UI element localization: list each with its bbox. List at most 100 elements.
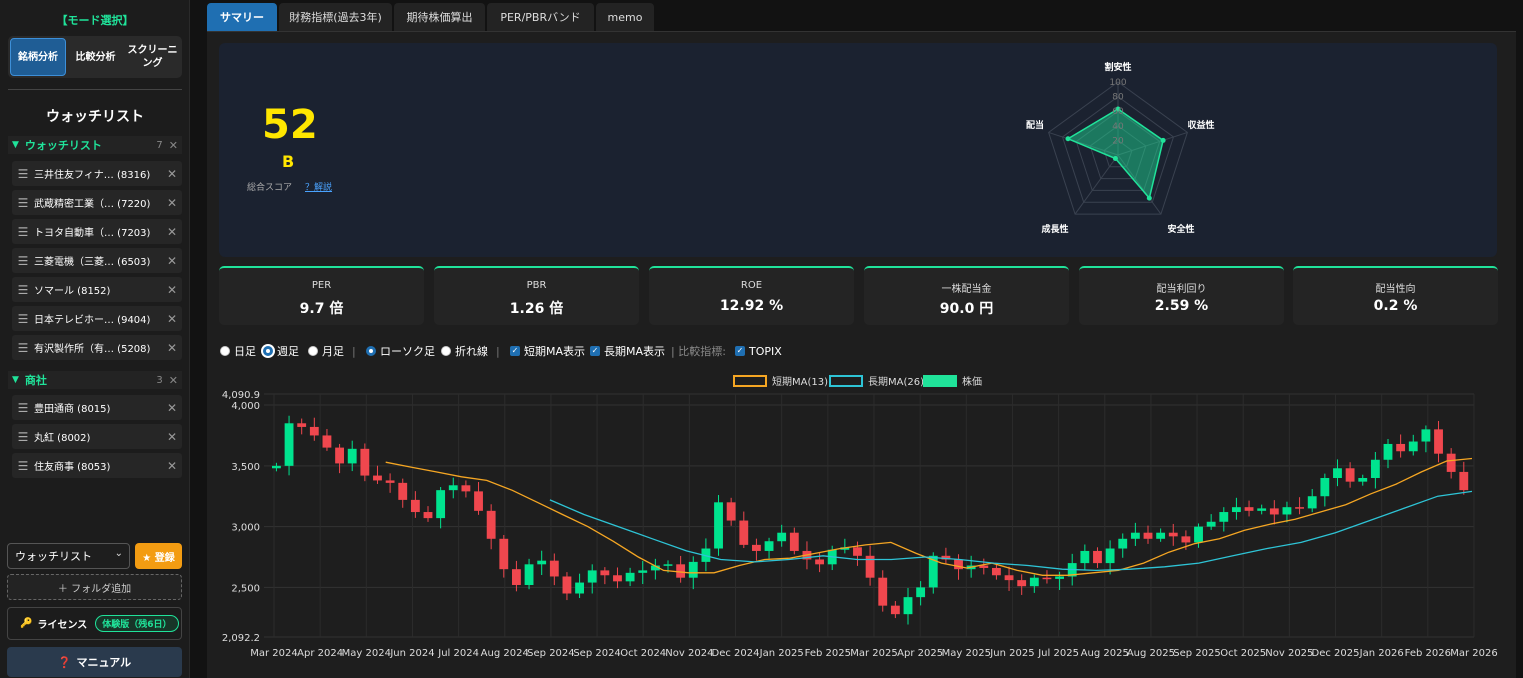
remove-item-icon[interactable]: ✕	[162, 196, 182, 210]
x-tick-label: Mar 2024	[250, 648, 298, 659]
tab-per-pbr-band[interactable]: PER/PBRバンド	[487, 3, 594, 31]
candle-body	[1055, 576, 1064, 579]
watchlist-select[interactable]: ウォッチリスト ⌄	[7, 543, 130, 569]
candle-body	[1168, 532, 1178, 537]
candle-body	[1219, 512, 1229, 522]
metric-value: 90.0 円	[939, 301, 994, 317]
group-header-trading[interactable]: ▼ 商社 3 ✕	[8, 371, 182, 389]
long-ma-checkbox[interactable]: ✓ 長期MA表示	[590, 343, 665, 359]
y-tick-label: 3,000	[231, 523, 260, 534]
score-help-link[interactable]: ？解説	[305, 180, 332, 193]
radar-point	[1146, 195, 1152, 201]
candle-body	[764, 541, 774, 551]
candle-body	[1295, 507, 1304, 509]
drag-handle-icon[interactable]: ☰	[12, 196, 34, 210]
watchlist-item[interactable]: ☰ 丸紅 (8002) ✕	[12, 424, 182, 449]
drag-handle-icon[interactable]: ☰	[12, 312, 34, 326]
radio-icon	[308, 346, 318, 356]
drag-handle-icon[interactable]: ☰	[12, 459, 34, 473]
drag-handle-icon[interactable]: ☰	[12, 254, 34, 268]
expand-triangle-icon[interactable]: ▼	[12, 375, 19, 385]
weekly-radio[interactable]: 週足	[263, 343, 299, 359]
remove-item-icon[interactable]: ✕	[162, 341, 182, 355]
tab-summary[interactable]: サマリー	[207, 3, 277, 31]
register-button[interactable]: ★ 登録	[135, 543, 182, 569]
candle-radio[interactable]: ローソク足	[366, 343, 435, 359]
candle-body	[1181, 536, 1191, 543]
delete-group-icon[interactable]: ✕	[169, 139, 178, 152]
x-tick-label: Dec 2024	[712, 648, 760, 659]
remove-item-icon[interactable]: ✕	[162, 254, 182, 268]
candle-body	[1118, 538, 1128, 549]
group-header-watchlist[interactable]: ▼ ウォッチリスト 7 ✕	[8, 136, 182, 154]
radar-axis-label: 成長性	[1041, 223, 1068, 235]
remove-item-icon[interactable]: ✕	[162, 401, 182, 415]
remove-item-icon[interactable]: ✕	[162, 459, 182, 473]
legend-swatch	[733, 375, 767, 387]
watchlist-item[interactable]: ☰ 三井住友フィナ… (8316) ✕	[12, 161, 182, 186]
watchlist-item[interactable]: ☰ 有沢製作所（有… (5208) ✕	[12, 335, 182, 360]
watchlist-item[interactable]: ☰ 三菱電機（三菱… (6503) ✕	[12, 248, 182, 273]
drag-handle-icon[interactable]: ☰	[12, 401, 34, 415]
watchlist-item[interactable]: ☰ 豊田通商 (8015) ✕	[12, 395, 182, 420]
drag-handle-icon[interactable]: ☰	[12, 430, 34, 444]
candle-body	[486, 510, 496, 539]
total-score-value: 52	[262, 102, 318, 148]
watchlist-select-value: ウォッチリスト	[15, 550, 92, 563]
line-radio[interactable]: 折れ線	[441, 343, 488, 359]
radio-selected-icon	[366, 346, 376, 356]
y-tick-label: 2,500	[231, 583, 260, 594]
tab-expected-price[interactable]: 期待株価算出	[394, 3, 485, 31]
drag-handle-icon[interactable]: ☰	[12, 341, 34, 355]
license-button[interactable]: 🔑 ライセンス 体験版（残6日）	[7, 607, 182, 640]
legend-label: 長期MA(26)	[868, 376, 924, 388]
x-tick-label: Mar 2026	[1450, 648, 1498, 659]
drag-handle-icon[interactable]: ☰	[12, 225, 34, 239]
candle-body	[638, 570, 648, 573]
daily-radio[interactable]: 日足	[220, 343, 256, 359]
watchlist-item[interactable]: ☰ 武蔵精密工業（… (7220) ✕	[12, 190, 182, 215]
short-ma-checkbox[interactable]: ✓ 短期MA表示	[510, 343, 585, 359]
watchlist-item-name: 豊田通商 (8015)	[34, 404, 111, 415]
watchlist-item[interactable]: ☰ ソマール (8152) ✕	[12, 277, 182, 302]
mode-select-title: 【モード選択】	[56, 14, 134, 27]
candle-body	[613, 575, 622, 582]
watchlist-item[interactable]: ☰ トヨタ自動車（… (7203) ✕	[12, 219, 182, 244]
watchlist-item[interactable]: ☰ 日本テレビホー… (9404) ✕	[12, 306, 182, 331]
score-grade: B	[282, 152, 295, 171]
remove-item-icon[interactable]: ✕	[162, 312, 182, 326]
tab-memo[interactable]: memo	[596, 3, 654, 31]
manual-button[interactable]: ❓ マニュアル	[7, 647, 182, 677]
expand-triangle-icon[interactable]: ▼	[12, 140, 19, 150]
watchlist-item[interactable]: ☰ 住友商事 (8053) ✕	[12, 453, 182, 478]
candle-body	[726, 502, 736, 521]
x-tick-label: Oct 2025	[1220, 648, 1266, 659]
candle-body	[322, 435, 332, 448]
mode-compare-button[interactable]: 比較分析	[68, 38, 123, 76]
remove-item-icon[interactable]: ✕	[162, 225, 182, 239]
x-tick-label: Aug 2025	[1127, 648, 1175, 659]
topix-checkbox[interactable]: ✓ TOPIX	[735, 343, 782, 359]
mode-stock-analysis-button[interactable]: 銘柄分析	[10, 38, 66, 76]
candle-body	[1206, 521, 1216, 527]
candle-body	[903, 597, 913, 615]
x-tick-label: Sep 2024	[527, 648, 574, 659]
monthly-radio[interactable]: 月足	[308, 343, 344, 359]
long-ma-line	[549, 490, 1473, 572]
remove-item-icon[interactable]: ✕	[162, 167, 182, 181]
remove-item-icon[interactable]: ✕	[162, 283, 182, 297]
delete-group-icon[interactable]: ✕	[169, 374, 178, 387]
candle-body	[954, 559, 963, 570]
add-folder-button[interactable]: ＋ フォルダ追加	[7, 574, 182, 600]
candle-body	[575, 582, 584, 594]
radar-tick-label: 100	[1109, 78, 1126, 88]
sidebar-divider	[8, 89, 182, 90]
x-tick-label: Jan 2026	[1359, 648, 1404, 659]
drag-handle-icon[interactable]: ☰	[12, 167, 34, 181]
drag-handle-icon[interactable]: ☰	[12, 283, 34, 297]
remove-item-icon[interactable]: ✕	[162, 430, 182, 444]
radar-axis-label: 安全性	[1167, 223, 1194, 235]
mode-screening-button[interactable]: スクリーニング	[125, 38, 180, 76]
tab-financials[interactable]: 財務指標(過去3年)	[279, 3, 392, 31]
candle-body	[1004, 575, 1014, 581]
